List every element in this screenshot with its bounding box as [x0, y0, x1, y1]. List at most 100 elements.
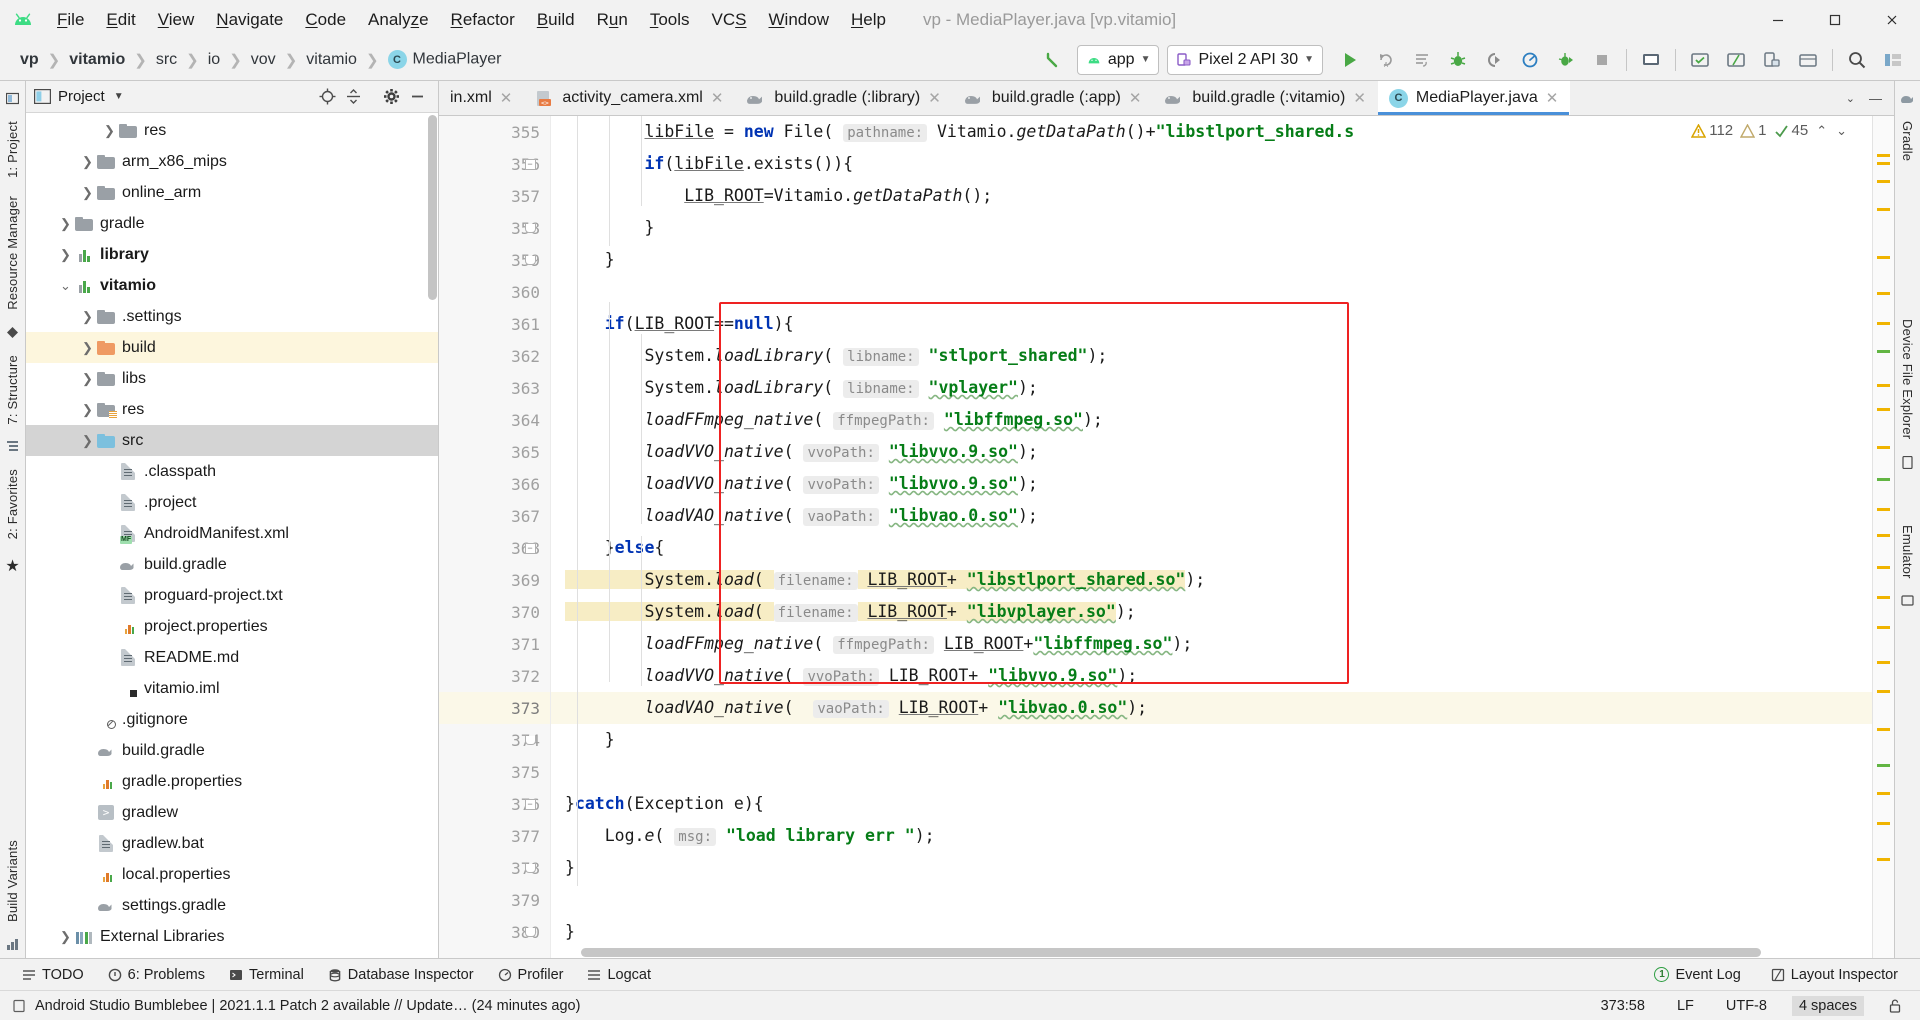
file-encoding[interactable]: UTF-8	[1719, 996, 1774, 1016]
chevron-right-icon[interactable]: ❯	[80, 340, 95, 356]
code-line-355[interactable]: libFile = new File( pathname: Vitamio.ge…	[551, 116, 1872, 148]
tree-node-res[interactable]: ❯ res	[26, 394, 438, 425]
code-line-367[interactable]: loadVAO_native( vaoPath: "libvao.0.so");	[551, 500, 1872, 532]
layout-inspector-icon[interactable]	[1719, 44, 1753, 76]
code-line-380[interactable]: }	[551, 916, 1872, 948]
sdk-manager-icon[interactable]	[1683, 44, 1717, 76]
tool-window-profiler[interactable]: Profiler	[488, 965, 574, 985]
editor-tab-activity-camera-xml[interactable]: <> activity_camera.xml ✕	[524, 81, 735, 115]
tree-node-gradle-properties[interactable]: gradle.properties	[26, 766, 438, 797]
code-line-372[interactable]: loadVVO_native( vvoPath: LIB_ROOT+ "libv…	[551, 660, 1872, 692]
gear-icon[interactable]	[378, 84, 404, 110]
debug-icon[interactable]	[1441, 44, 1475, 76]
tree-node-build-gradle[interactable]: build.gradle	[26, 735, 438, 766]
code-line-376[interactable]: }catch(Exception e){	[551, 788, 1872, 820]
code-line-377[interactable]: Log.e( msg: "load library err ");	[551, 820, 1872, 852]
gradle-elephant-icon[interactable]	[1900, 85, 1915, 112]
tree-node-androidmanifest-xml[interactable]: MF AndroidManifest.xml	[26, 518, 438, 549]
editor-tab-build-gradle-app-[interactable]: build.gradle (:app) ✕	[953, 81, 1154, 115]
menu-window[interactable]: Window	[758, 7, 840, 33]
breadcrumb-vp[interactable]: vp	[18, 50, 41, 70]
chevron-right-icon[interactable]: ❯	[80, 433, 95, 449]
chevron-right-icon[interactable]: ❯	[58, 216, 73, 232]
sidebar-rail-favorites[interactable]: 2: Favorites	[5, 460, 20, 548]
tree-node-local-properties[interactable]: local.properties	[26, 859, 438, 890]
chevron-right-icon[interactable]: ❯	[80, 154, 95, 170]
editor-tab-in-xml[interactable]: in.xml ✕	[439, 81, 524, 115]
run-configuration-selector[interactable]: app ▼	[1076, 44, 1160, 75]
menu-code[interactable]: Code	[294, 7, 357, 33]
typo-count[interactable]: 45	[1774, 122, 1808, 139]
caret-position[interactable]: 373:58	[1594, 996, 1652, 1016]
code-line-358[interactable]: }	[551, 212, 1872, 244]
weak-warning-count[interactable]: 1	[1740, 122, 1767, 139]
sidebar-rail-emulator[interactable]: Emulator	[1900, 516, 1915, 588]
device-file-explorer-icon[interactable]	[1791, 44, 1825, 76]
code-line-365[interactable]: loadVVO_native( vvoPath: "libvvo.9.so");	[551, 436, 1872, 468]
breadcrumb-vitamio[interactable]: vitamio	[67, 50, 127, 70]
previous-problem-icon[interactable]: ⌃	[1815, 123, 1828, 139]
maximize-button[interactable]	[1806, 0, 1863, 39]
fold-end-icon[interactable]	[524, 223, 536, 233]
menu-help[interactable]: Help	[840, 7, 897, 33]
indent-setting[interactable]: 4 spaces	[1791, 995, 1864, 1016]
menu-edit[interactable]: Edit	[95, 7, 146, 33]
tree-node-gradlew-bat[interactable]: gradlew.bat	[26, 828, 438, 859]
code-line-379[interactable]	[551, 884, 1872, 916]
chevron-right-icon[interactable]: ❯	[58, 247, 73, 263]
menu-vcs[interactable]: VCS	[701, 7, 758, 33]
menu-build[interactable]: Build	[526, 7, 586, 33]
device-manager-icon[interactable]	[1755, 44, 1789, 76]
code-line-359[interactable]: }	[551, 244, 1872, 276]
close-icon[interactable]: ✕	[1546, 89, 1559, 107]
fold-end-icon[interactable]	[524, 735, 536, 745]
tree-node-libs[interactable]: ❯ libs	[26, 363, 438, 394]
bug-run-icon[interactable]	[1549, 44, 1583, 76]
breadcrumb-vov[interactable]: vov	[249, 50, 278, 70]
tool-window-database-inspector[interactable]: Database Inspector	[318, 965, 484, 985]
tree-node--gitignore[interactable]: .gitignore	[26, 704, 438, 735]
search-icon[interactable]	[1840, 44, 1874, 76]
fold-collapse-icon[interactable]: −	[524, 158, 536, 170]
collapse-all-icon[interactable]	[340, 84, 366, 110]
tree-node-vitamio[interactable]: ⌄ vitamio	[26, 270, 438, 301]
breadcrumb-vitamio[interactable]: vitamio	[304, 50, 359, 70]
attach-debugger-icon[interactable]	[1477, 44, 1511, 76]
fold-collapse-icon[interactable]: −	[524, 798, 536, 810]
tab-list-chevron-icon[interactable]: ⌄	[1840, 92, 1861, 105]
sidebar-rail-resource-manager[interactable]: Resource Manager	[5, 187, 20, 319]
close-icon[interactable]: ✕	[1353, 89, 1366, 107]
fold-end-icon[interactable]	[524, 255, 536, 265]
build-variants-icon[interactable]	[6, 931, 19, 958]
stop-icon[interactable]	[1585, 44, 1619, 76]
tree-node-proguard-project-txt[interactable]: proguard-project.txt	[26, 580, 438, 611]
tree-node-build-gradle[interactable]: build.gradle	[26, 549, 438, 580]
warning-count[interactable]: 112	[1691, 122, 1733, 139]
minimize-button[interactable]	[1749, 0, 1806, 39]
close-button[interactable]	[1863, 0, 1920, 39]
hide-editor-icon[interactable]: —	[1863, 91, 1888, 106]
tree-node--settings[interactable]: ❯ .settings	[26, 301, 438, 332]
tool-window-todo[interactable]: TODO	[12, 965, 94, 985]
chevron-right-icon[interactable]: ❯	[80, 185, 95, 201]
project-structure-icon[interactable]	[1876, 44, 1910, 76]
tool-window-event-log[interactable]: 1 Event Log	[1644, 965, 1750, 985]
status-notification-icon[interactable]	[12, 999, 26, 1013]
apply-changes-icon[interactable]	[1405, 44, 1439, 76]
tree-node-vitamio-iml[interactable]: vitamio.iml	[26, 673, 438, 704]
code-line-360[interactable]	[551, 276, 1872, 308]
tree-node-settings-gradle[interactable]: settings.gradle	[26, 890, 438, 921]
code-line-356[interactable]: if(libFile.exists()){	[551, 148, 1872, 180]
tree-node-project-properties[interactable]: project.properties	[26, 611, 438, 642]
tree-node-arm-x86-mips[interactable]: ❯ arm_x86_mips	[26, 146, 438, 177]
editor-tab-build-gradle-vitamio-[interactable]: build.gradle (:vitamio) ✕	[1153, 81, 1378, 115]
code-line-364[interactable]: loadFFmpeg_native( ffmpegPath: "libffmpe…	[551, 404, 1872, 436]
emulator-rail-icon[interactable]	[1901, 587, 1914, 614]
unlocked-icon[interactable]	[1882, 997, 1908, 1015]
tree-node-online-arm[interactable]: ❯ online_arm	[26, 177, 438, 208]
tree-node-external-libraries[interactable]: ❯ External Libraries	[26, 921, 438, 952]
tool-window-logcat[interactable]: Logcat	[577, 965, 661, 985]
menu-tools[interactable]: Tools	[639, 7, 701, 33]
close-icon[interactable]: ✕	[711, 89, 724, 107]
close-icon[interactable]: ✕	[928, 89, 941, 107]
